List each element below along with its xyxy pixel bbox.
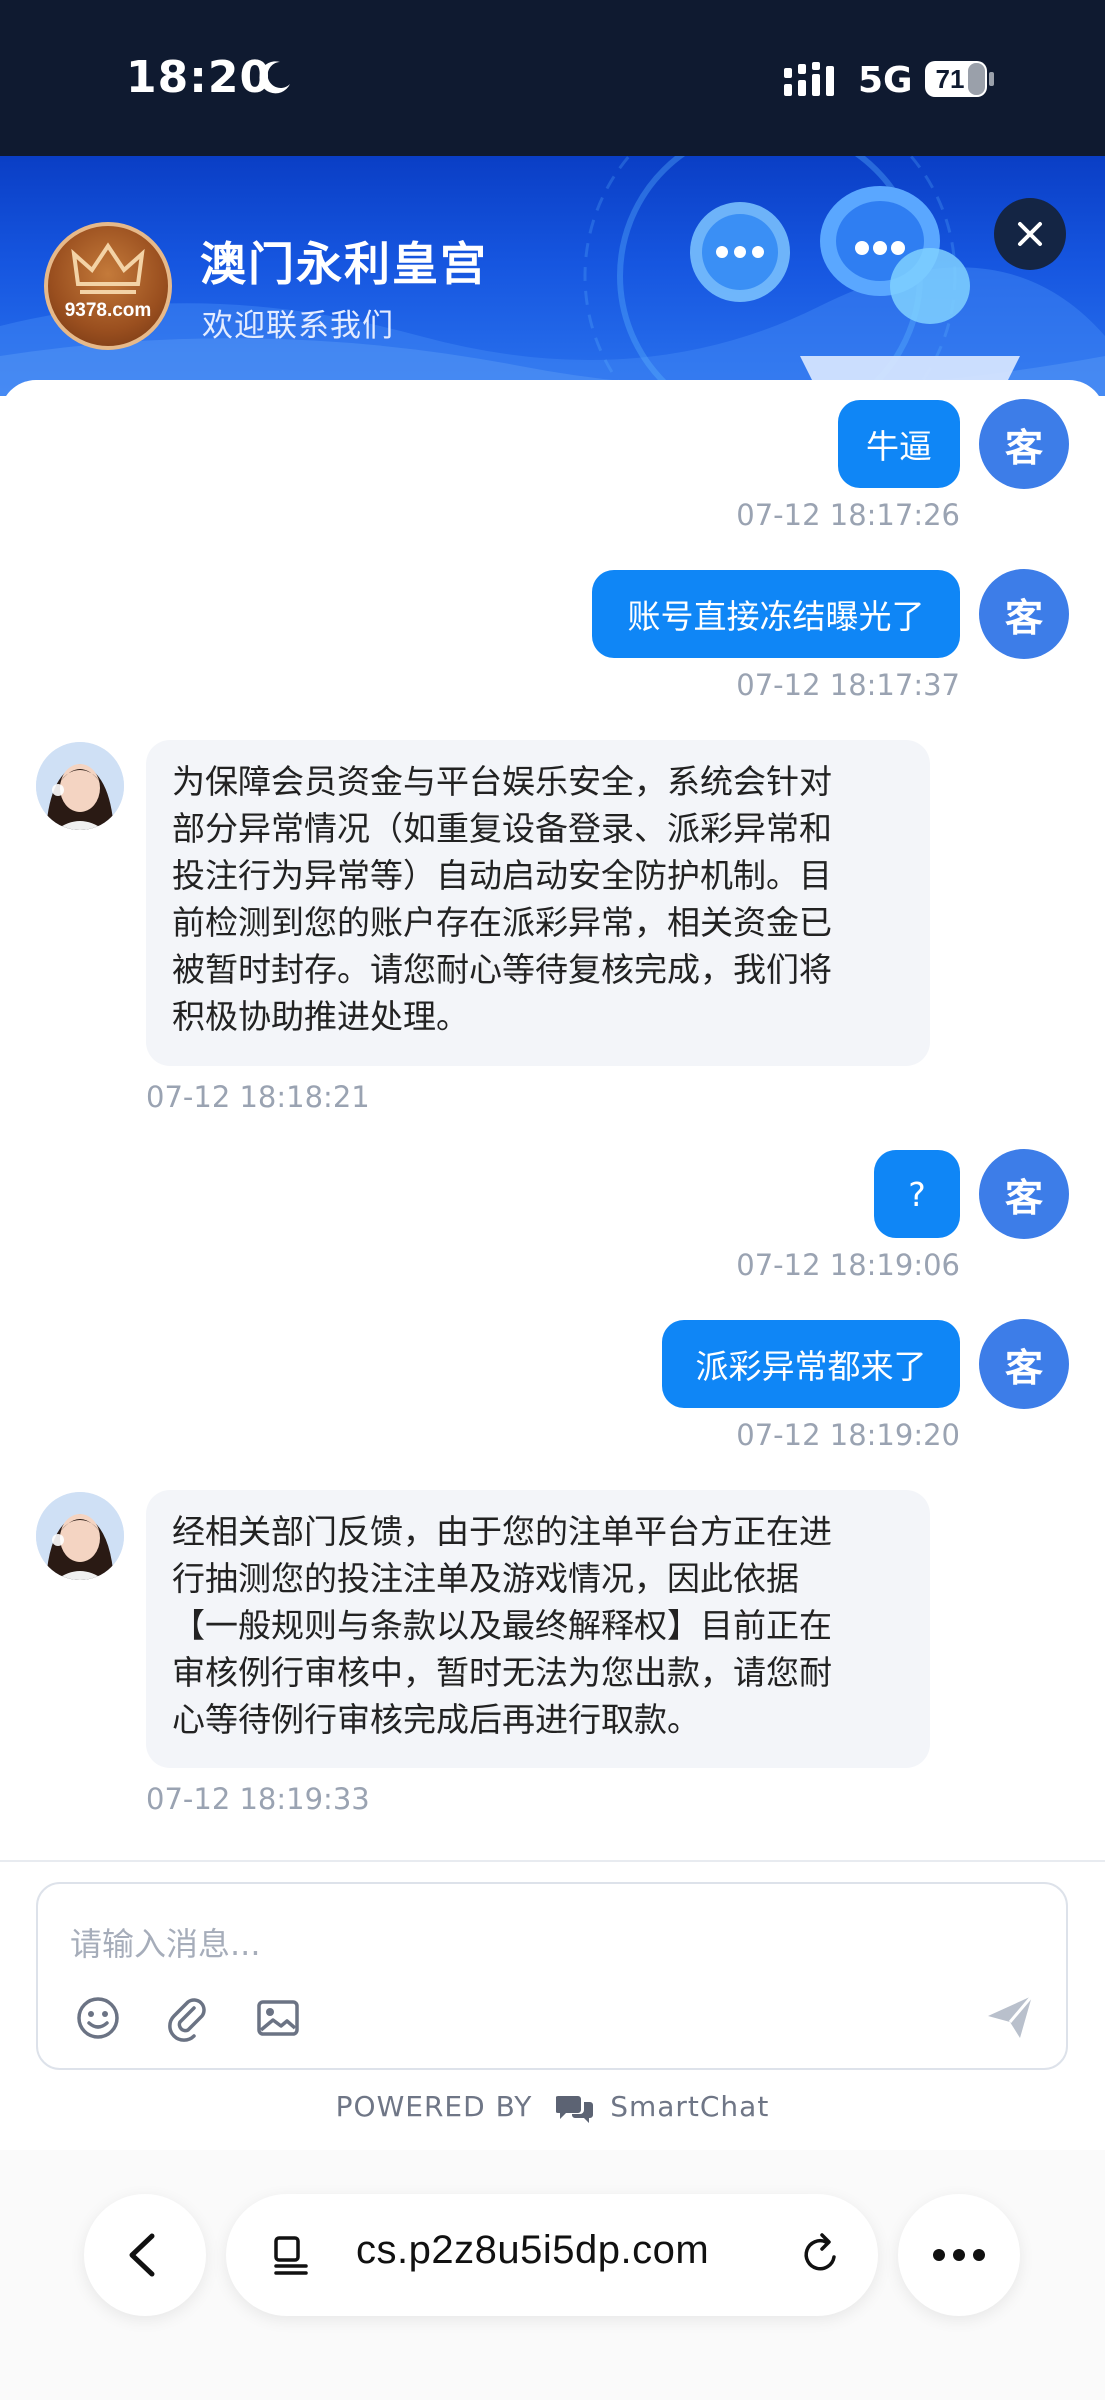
powered-by-brand: SmartChat	[610, 2090, 770, 2123]
agent-photo	[36, 742, 124, 830]
customer-avatar: 客	[979, 569, 1069, 659]
agent-message: 为保障会员资金与平台娱乐安全，系统会针对 部分异常情况（如重复设备登录、派彩异常…	[146, 740, 930, 1066]
chevron-left-icon	[129, 2233, 155, 2277]
logo-text: 9378.com	[64, 300, 152, 321]
url-text: cs.p2z8u5i5dp.com	[356, 2228, 710, 2272]
message-line: 积极协助推进处理。	[172, 997, 469, 1036]
close-button[interactable]	[994, 198, 1066, 270]
composer-divider	[0, 1860, 1105, 1862]
message-line: 投注行为异常等）自动启动安全防护机制。目	[172, 856, 832, 895]
message-composer	[36, 1882, 1068, 2070]
message-line: 部分异常情况（如重复设备登录、派彩异常和	[172, 809, 832, 848]
customer-message: 账号直接冻结曝光了	[592, 570, 960, 658]
agent-avatar	[36, 1492, 124, 1580]
battery-icon: 71	[925, 61, 994, 97]
message-timestamp: 07-12 18:17:37	[736, 668, 960, 702]
message-line: 【一般规则与条款以及最终解释权】目前正在	[172, 1606, 832, 1645]
browser-toolbar: cs.p2z8u5i5dp.com	[0, 2150, 1105, 2400]
attachment-icon[interactable]	[164, 1994, 212, 2042]
message-timestamp: 07-12 18:19:33	[146, 1782, 370, 1816]
message-input[interactable]	[68, 1918, 972, 1970]
brand-title: 澳门永利皇宫	[200, 237, 488, 291]
customer-avatar: 客	[979, 1149, 1069, 1239]
message-timestamp: 07-12 18:19:20	[736, 1418, 960, 1452]
customer-avatar: 客	[979, 399, 1069, 489]
message-timestamp: 07-12 18:18:21	[146, 1080, 370, 1114]
chat-bubbles-icon	[556, 2096, 594, 2123]
customer-message: ?	[874, 1150, 960, 1238]
brand-logo: 9378.com	[44, 222, 172, 350]
powered-by-label: POWERED BY	[335, 2090, 533, 2123]
more-button[interactable]	[898, 2194, 1020, 2316]
message-line: 审核例行审核中，暂时无法为您出款，请您耐	[172, 1653, 832, 1692]
message-line: 被暂时封存。请您耐心等待复核完成，我们将	[172, 950, 832, 989]
battery-level: 71	[936, 64, 965, 94]
message-line: 经相关部门反馈，由于您的注单平台方正在进	[172, 1512, 832, 1551]
more-dots-icon	[933, 2249, 985, 2261]
message-line: 心等待例行审核完成后再进行取款。	[172, 1700, 700, 1739]
emoji-icon[interactable]	[74, 1994, 122, 2042]
message-line: 行抽测您的投注注单及游戏情况，因此依据	[172, 1559, 799, 1598]
message-list[interactable]: 牛逼 客 07-12 18:17:26 账号直接冻结曝光了 客 07-12 18…	[0, 380, 1105, 1858]
status-bar: 18:20 5G 71	[0, 0, 1105, 156]
reload-icon[interactable]	[796, 2230, 846, 2280]
customer-avatar: 客	[979, 1319, 1069, 1409]
network-type: 5G	[858, 60, 913, 101]
status-time: 18:20	[126, 52, 272, 103]
customer-message: 派彩异常都来了	[662, 1320, 960, 1408]
address-bar[interactable]: cs.p2z8u5i5dp.com	[226, 2194, 878, 2316]
crown-icon	[71, 242, 145, 294]
signal-icon	[784, 62, 834, 96]
message-timestamp: 07-12 18:17:26	[736, 498, 960, 532]
agent-avatar	[36, 742, 124, 830]
page-menu-icon[interactable]	[266, 2230, 316, 2280]
agent-photo	[36, 1492, 124, 1580]
agent-message: 经相关部门反馈，由于您的注单平台方正在进 行抽测您的投注注单及游戏情况，因此依据…	[146, 1490, 930, 1768]
moon-icon	[259, 61, 290, 94]
message-timestamp: 07-12 18:19:06	[736, 1248, 960, 1282]
chat-header: 9378.com 澳门永利皇宫 欢迎联系我们	[0, 156, 1105, 396]
message-line: 前检测到您的账户存在派彩异常，相关资金已	[172, 903, 832, 942]
back-button[interactable]	[84, 2194, 206, 2316]
powered-by: POWERED BY SmartChat	[0, 2090, 1105, 2124]
image-icon[interactable]	[254, 1994, 302, 2042]
message-line: 为保障会员资金与平台娱乐安全，系统会针对	[172, 762, 832, 801]
close-icon	[1018, 222, 1042, 246]
customer-message: 牛逼	[838, 400, 960, 488]
brand-subtitle: 欢迎联系我们	[202, 308, 394, 344]
send-icon[interactable]	[982, 1988, 1038, 2044]
